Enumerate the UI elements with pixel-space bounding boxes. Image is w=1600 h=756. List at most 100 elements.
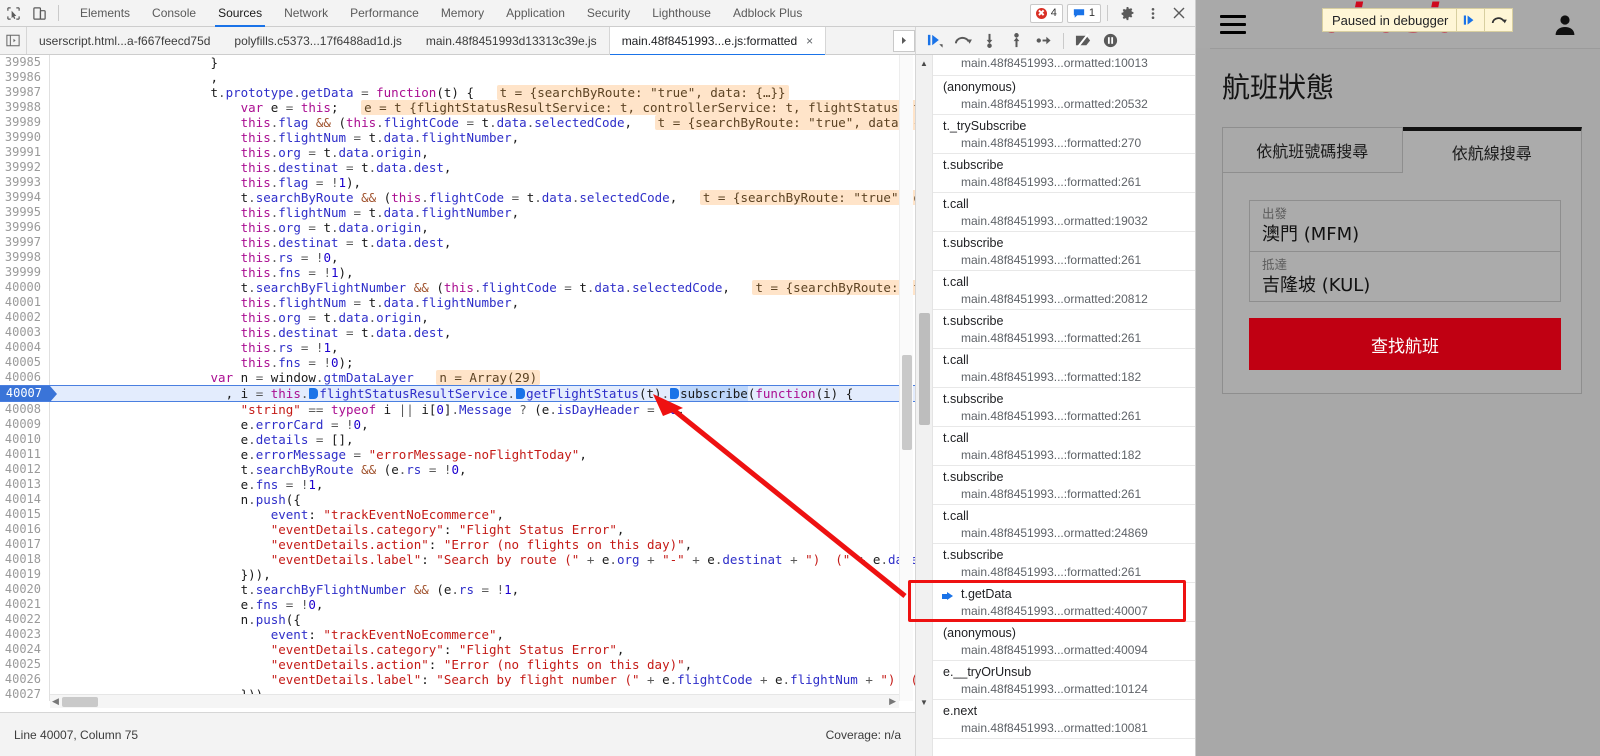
line-number[interactable]: 40020: [0, 582, 50, 597]
call-stack-item[interactable]: t.call main.48f8451993...:formatted:182: [933, 349, 1195, 388]
tab-adblock-plus[interactable]: Adblock Plus: [722, 0, 813, 27]
code-line[interactable]: 40003 this.destinat = t.data.dest,: [0, 325, 915, 340]
line-number[interactable]: 40010: [0, 432, 50, 447]
code-line[interactable]: 39986 ,: [0, 70, 915, 85]
step-over-button[interactable]: [949, 28, 976, 54]
editor-horizontal-scrollbar[interactable]: ◀ ▶: [50, 694, 899, 708]
code-line[interactable]: 40015 event: "trackEventNoEcommerce",: [0, 507, 915, 522]
banner-resume-button[interactable]: [1456, 9, 1484, 31]
code-line[interactable]: 39993 this.flag = !1),: [0, 175, 915, 190]
editor-vertical-scrollbar[interactable]: [899, 55, 913, 701]
line-number[interactable]: 39999: [0, 265, 50, 280]
tab-console[interactable]: Console: [141, 0, 207, 27]
device-toolbar-icon[interactable]: [26, 1, 52, 25]
call-stack-item[interactable]: t.subscribe main.48f8451993...:formatted:…: [933, 232, 1195, 271]
call-stack-item[interactable]: t.call main.48f8451993...ormatted:24869: [933, 505, 1195, 544]
line-number[interactable]: 40013: [0, 477, 50, 492]
code-line[interactable]: 40009 e.errorCard = !0,: [0, 417, 915, 432]
call-stack-item[interactable]: t.subscribe main.48f8451993...:formatted:…: [933, 310, 1195, 349]
file-tab-main-js[interactable]: main.48f8451993d13313c39e.js: [414, 27, 609, 55]
code-line[interactable]: 40019 })),: [0, 567, 915, 582]
line-number[interactable]: 40023: [0, 627, 50, 642]
code-line[interactable]: 39992 this.destinat = t.data.dest,: [0, 160, 915, 175]
departure-field[interactable]: 出發 澳門 (MFM): [1250, 201, 1560, 251]
line-number[interactable]: 39995: [0, 205, 50, 220]
line-number[interactable]: 40005: [0, 355, 50, 370]
line-number[interactable]: 40001: [0, 295, 50, 310]
code-line[interactable]: 40023 event: "trackEventNoEcommerce",: [0, 627, 915, 642]
deactivate-breakpoints-button[interactable]: [1070, 28, 1097, 54]
call-stack-item[interactable]: e.next main.48f8451993...ormatted:10081: [933, 700, 1195, 739]
call-stack-item[interactable]: e.__tryOrUnsub main.48f8451993...ormatted…: [933, 661, 1195, 700]
line-number[interactable]: 39998: [0, 250, 50, 265]
call-stack-scroll-thumb[interactable]: [919, 313, 930, 425]
line-number[interactable]: 40007: [0, 386, 57, 402]
more-tabs-icon[interactable]: [893, 29, 915, 52]
line-number[interactable]: 40021: [0, 597, 50, 612]
code-line[interactable]: 40016 "eventDetails.category": "Flight S…: [0, 522, 915, 537]
line-number[interactable]: 39990: [0, 130, 50, 145]
code-line[interactable]: 40020 t.searchByFlightNumber && (e.rs = …: [0, 582, 915, 597]
tab-network[interactable]: Network: [273, 0, 339, 27]
hscroll-right-arrow[interactable]: ▶: [889, 696, 896, 707]
line-number[interactable]: 39987: [0, 85, 50, 100]
tab-security[interactable]: Security: [576, 0, 641, 27]
code-line[interactable]: 40005 this.fns = !0);: [0, 355, 915, 370]
code-line[interactable]: 40002 this.org = t.data.origin,: [0, 310, 915, 325]
inspect-element-icon[interactable]: [0, 1, 26, 25]
code-line[interactable]: 40001 this.flightNum = t.data.flightNumb…: [0, 295, 915, 310]
account-icon[interactable]: [1552, 12, 1578, 43]
resume-button[interactable]: [922, 28, 949, 54]
code-line[interactable]: 39990 this.flightNum = t.data.flightNumb…: [0, 130, 915, 145]
line-number[interactable]: 39985: [0, 55, 50, 70]
line-number[interactable]: 40004: [0, 340, 50, 355]
hamburger-menu-icon[interactable]: [1220, 10, 1246, 39]
call-stack-item[interactable]: t.subscribe main.48f8451993...:formatted:…: [933, 466, 1195, 505]
line-number[interactable]: 40019: [0, 567, 50, 582]
line-number[interactable]: 40003: [0, 325, 50, 340]
line-number[interactable]: 40006: [0, 370, 50, 385]
line-number[interactable]: 40015: [0, 507, 50, 522]
line-number[interactable]: 40011: [0, 447, 50, 462]
line-number[interactable]: 40012: [0, 462, 50, 477]
search-flights-button[interactable]: 查找航班: [1249, 318, 1561, 370]
step-into-button[interactable]: [976, 28, 1003, 54]
call-stack-item[interactable]: t.subscribe main.48f8451993...:formatted:…: [933, 154, 1195, 193]
banner-step-over-button[interactable]: [1484, 9, 1512, 31]
code-line[interactable]: 39999 this.fns = !1),: [0, 265, 915, 280]
tab-memory[interactable]: Memory: [430, 0, 495, 27]
code-line[interactable]: 40004 this.rs = !1,: [0, 340, 915, 355]
file-tab-polyfills[interactable]: polyfills.c5373...17f6488ad1d.js: [222, 27, 413, 55]
arrival-field[interactable]: 抵達 吉隆坡 (KUL): [1250, 251, 1560, 301]
code-line[interactable]: 39989 this.flag && (this.flightCode = t.…: [0, 115, 915, 130]
line-number[interactable]: 39989: [0, 115, 50, 130]
line-number[interactable]: 39988: [0, 100, 50, 115]
pause-on-exceptions-button[interactable]: [1097, 28, 1124, 54]
gear-icon[interactable]: [1114, 1, 1140, 25]
scroll-up-arrow-icon[interactable]: ▲: [916, 55, 933, 71]
code-line[interactable]: 40026 "eventDetails.label": "Search by f…: [0, 672, 915, 687]
line-number[interactable]: 40025: [0, 657, 50, 672]
code-line[interactable]: 39991 this.org = t.data.origin,: [0, 145, 915, 160]
code-line[interactable]: 40021 e.fns = !0,: [0, 597, 915, 612]
message-counter[interactable]: 1: [1066, 3, 1101, 23]
code-line[interactable]: 39996 this.org = t.data.origin,: [0, 220, 915, 235]
step-out-button[interactable]: [1003, 28, 1030, 54]
line-number[interactable]: 39993: [0, 175, 50, 190]
code-line[interactable]: 39987 t.prototype.getData = function(t) …: [0, 85, 915, 100]
tab-application[interactable]: Application: [495, 0, 576, 27]
code-line[interactable]: 40022 n.push({: [0, 612, 915, 627]
code-line[interactable]: 40017 "eventDetails.action": "Error (no …: [0, 537, 915, 552]
line-number[interactable]: 40000: [0, 280, 50, 295]
tab-elements[interactable]: Elements: [69, 0, 141, 27]
line-number[interactable]: 39992: [0, 160, 50, 175]
line-number[interactable]: 40022: [0, 612, 50, 627]
code-line[interactable]: 40012 t.searchByRoute && (e.rs = !0,: [0, 462, 915, 477]
more-vertical-icon[interactable]: [1140, 1, 1166, 25]
code-line[interactable]: 39997 this.destinat = t.data.dest,: [0, 235, 915, 250]
editor-hscroll-thumb[interactable]: [62, 696, 98, 707]
code-line[interactable]: 40010 e.details = [],: [0, 432, 915, 447]
line-number[interactable]: 40008: [0, 402, 50, 417]
line-number[interactable]: 39986: [0, 70, 50, 85]
line-number[interactable]: 40016: [0, 522, 50, 537]
